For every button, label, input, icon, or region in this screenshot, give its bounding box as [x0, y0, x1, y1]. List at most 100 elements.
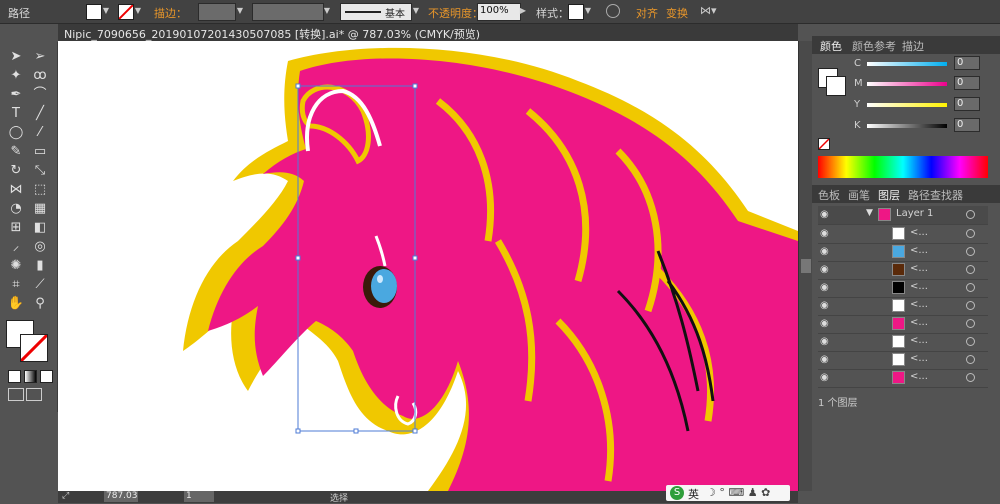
- sublayer-row[interactable]: ◉ <...: [818, 351, 988, 370]
- layer-row-main[interactable]: ◉ ▼ Layer 1: [818, 206, 988, 225]
- sublayer-target-icon[interactable]: [966, 247, 975, 256]
- opacity-input[interactable]: 100%: [477, 3, 521, 21]
- ime-toolbar[interactable]: S 英 ☽ ° ⌨ ♟ ✿: [666, 485, 790, 501]
- brush-definition-arrow[interactable]: ▼: [411, 3, 421, 19]
- sublayer-name[interactable]: <...: [910, 245, 928, 256]
- recolor-icon[interactable]: [606, 4, 620, 18]
- page-input[interactable]: 1: [184, 491, 214, 502]
- sublayer-row[interactable]: ◉ <...: [818, 225, 988, 244]
- channel-m-input[interactable]: 0: [954, 76, 980, 90]
- sublayer-target-icon[interactable]: [966, 337, 975, 346]
- eye-icon[interactable]: ◉: [820, 300, 832, 312]
- vertical-scrollbar[interactable]: [798, 41, 812, 491]
- tab-pathfinder[interactable]: 路径查找器: [908, 187, 963, 203]
- eye-icon[interactable]: ◉: [820, 372, 832, 384]
- eye-icon[interactable]: ◉: [820, 264, 832, 276]
- sublayer-target-icon[interactable]: [966, 283, 975, 292]
- channel-y-input[interactable]: 0: [954, 97, 980, 111]
- color-mode-icon[interactable]: [8, 370, 21, 383]
- lasso-tool-icon[interactable]: ꝏ: [30, 67, 50, 85]
- line-tool-icon[interactable]: ╱: [30, 105, 50, 123]
- slice-tool-icon[interactable]: ⟋: [30, 276, 50, 294]
- eyedropper-tool-icon[interactable]: ⸝: [6, 238, 26, 256]
- sublayer-name[interactable]: <...: [910, 317, 928, 328]
- sublayer-name[interactable]: <...: [910, 353, 928, 364]
- eraser-tool-icon[interactable]: ▭: [30, 143, 50, 161]
- mesh-tool-icon[interactable]: ⊞: [6, 219, 26, 237]
- sublayer-target-icon[interactable]: [966, 319, 975, 328]
- panel-stroke-swatch[interactable]: [826, 76, 846, 96]
- sublayer-name[interactable]: <...: [910, 227, 928, 238]
- curvature-tool-icon[interactable]: ⌒: [30, 86, 50, 104]
- gradient-tool-icon[interactable]: ◧: [30, 219, 50, 237]
- pen-tool-icon[interactable]: ✒: [6, 86, 26, 104]
- stroke-dropdown-arrow[interactable]: ▼: [133, 3, 143, 19]
- direct-selection-tool-icon[interactable]: ➢: [30, 48, 50, 66]
- channel-k-slider[interactable]: [867, 124, 947, 128]
- artboard-tool-icon[interactable]: ⌗: [6, 276, 26, 294]
- expand-arrow-icon[interactable]: ▼: [866, 208, 873, 218]
- sublayer-row[interactable]: ◉ <...: [818, 315, 988, 334]
- tab-brushes[interactable]: 画笔: [848, 187, 870, 203]
- none-color-icon[interactable]: [818, 138, 830, 150]
- sublayer-name[interactable]: <...: [910, 263, 928, 274]
- stroke-label[interactable]: 描边：: [154, 5, 187, 21]
- graphic-style-arrow[interactable]: ▼: [583, 3, 593, 19]
- zoom-input[interactable]: 787.03: [104, 491, 138, 502]
- eye-icon[interactable]: ◉: [820, 282, 832, 294]
- sublayer-name[interactable]: <...: [910, 281, 928, 292]
- transform-link[interactable]: 变换: [666, 5, 688, 21]
- document-tab[interactable]: Nipic_7090656_20190107201430507085 [转换].…: [58, 24, 798, 41]
- tab-swatches[interactable]: 色板: [818, 187, 840, 203]
- bbox-handle-bm[interactable]: [353, 428, 359, 434]
- eye-icon[interactable]: ◉: [820, 209, 832, 221]
- channel-k-input[interactable]: 0: [954, 118, 980, 132]
- eye-icon[interactable]: ◉: [820, 354, 832, 366]
- sublayer-row[interactable]: ◉ <...: [818, 279, 988, 298]
- sublayer-target-icon[interactable]: [966, 373, 975, 382]
- hand-tool-icon[interactable]: ✋: [6, 295, 26, 313]
- tab-color-guide[interactable]: 颜色参考: [852, 38, 896, 54]
- shape-builder-tool-icon[interactable]: ◔: [6, 200, 26, 218]
- sublayer-name[interactable]: <...: [910, 335, 928, 346]
- screen-mode-icon[interactable]: [26, 388, 42, 401]
- brush-definition-select[interactable]: 基本: [340, 3, 412, 21]
- layer-target-icon[interactable]: [966, 210, 975, 219]
- pencil-tool-icon[interactable]: ✎: [6, 143, 26, 161]
- selection-tool-icon[interactable]: ➤: [6, 48, 26, 66]
- stroke-swatch[interactable]: [118, 4, 134, 20]
- sublayer-target-icon[interactable]: [966, 355, 975, 364]
- gradient-mode-icon[interactable]: [24, 370, 37, 383]
- stroke-color-box[interactable]: [19, 333, 49, 363]
- none-mode-icon[interactable]: [40, 370, 53, 383]
- graphic-style-swatch[interactable]: [568, 4, 584, 20]
- channel-c-slider[interactable]: [867, 62, 947, 66]
- bbox-handle-tr[interactable]: [412, 83, 418, 89]
- eye-icon[interactable]: ◉: [820, 318, 832, 330]
- scale-tool-icon[interactable]: ⤡: [30, 162, 50, 180]
- channel-c-input[interactable]: 0: [954, 56, 980, 70]
- width-tool-icon[interactable]: ⋈: [6, 181, 26, 199]
- stroke-weight-arrow[interactable]: ▼: [235, 3, 245, 19]
- sublayer-name[interactable]: <...: [910, 371, 928, 382]
- bbox-handle-bl[interactable]: [295, 428, 301, 434]
- sublayer-row[interactable]: ◉ <...: [818, 261, 988, 280]
- align-link[interactable]: 对齐: [636, 5, 658, 21]
- variable-width-select[interactable]: [252, 3, 324, 21]
- symbol-sprayer-tool-icon[interactable]: ✺: [6, 257, 26, 275]
- eye-icon[interactable]: ◉: [820, 228, 832, 240]
- bbox-handle-mr[interactable]: [412, 255, 418, 261]
- free-transform-tool-icon[interactable]: ⬚: [30, 181, 50, 199]
- sublayer-row[interactable]: ◉ <...: [818, 243, 988, 262]
- eye-icon[interactable]: ◉: [820, 336, 832, 348]
- variable-width-arrow[interactable]: ▼: [322, 3, 332, 19]
- sublayer-target-icon[interactable]: [966, 265, 975, 274]
- sublayer-row[interactable]: ◉ <...: [818, 297, 988, 316]
- tab-layers[interactable]: 图层: [878, 187, 900, 203]
- ime-language-label[interactable]: 英: [688, 486, 699, 502]
- scrollbar-thumb[interactable]: [801, 259, 811, 273]
- zoom-tool-icon[interactable]: ⚲: [30, 295, 50, 313]
- channel-m-slider[interactable]: [867, 82, 947, 86]
- rotate-tool-icon[interactable]: ↻: [6, 162, 26, 180]
- stroke-weight-input[interactable]: [198, 3, 236, 21]
